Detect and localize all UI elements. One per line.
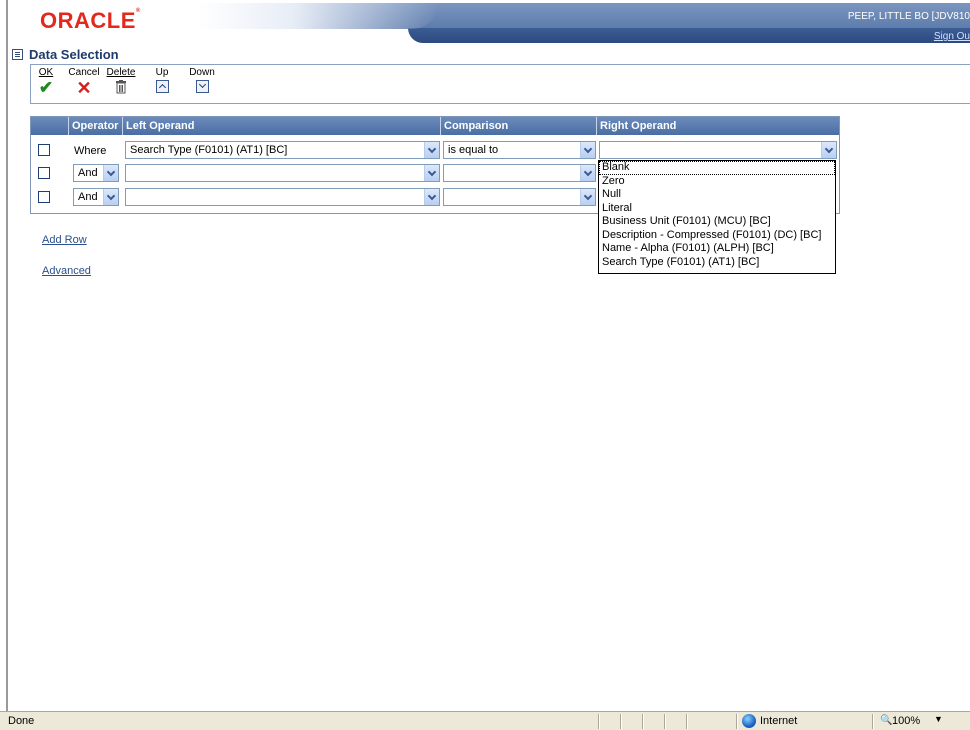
add-row-link[interactable]: Add Row — [42, 234, 87, 246]
security-zone-text: Internet — [760, 715, 798, 727]
delete-button[interactable]: Delete — [105, 67, 137, 94]
dropdown-arrow-icon[interactable] — [580, 142, 595, 158]
dropdown-option-blank[interactable]: Blank — [599, 161, 835, 175]
status-divider — [736, 714, 737, 729]
right-operand-dropdown-list: Blank Zero Null Literal Business Unit (F… — [598, 160, 836, 274]
right-operand-select[interactable] — [599, 141, 837, 159]
move-down-button[interactable]: Down — [187, 67, 217, 93]
dropdown-option-search-type[interactable]: Search Type (F0101) (AT1) [BC] — [599, 256, 835, 270]
form-icon — [12, 48, 23, 60]
cancel-x-icon: ✕ — [76, 78, 92, 98]
ok-button[interactable]: OK ✔ — [36, 67, 56, 96]
status-text: Done — [8, 715, 35, 727]
status-divider — [620, 714, 621, 729]
dropdown-arrow-icon[interactable] — [424, 165, 439, 181]
sign-out-link[interactable]: Sign Ou — [934, 31, 970, 42]
dropdown-option-null[interactable]: Null — [599, 188, 835, 202]
dropdown-option-business-unit[interactable]: Business Unit (F0101) (MCU) [BC] — [599, 215, 835, 229]
left-operand-select[interactable]: Search Type (F0101) (AT1) [BC] — [125, 141, 440, 159]
browser-frame — [6, 0, 970, 730]
grid-header: Operator Left Operand Comparison Right O… — [31, 117, 839, 135]
left-operand-value: Search Type (F0101) (AT1) [BC] — [130, 144, 288, 156]
select-column-header — [31, 117, 69, 135]
dropdown-arrow-icon[interactable] — [821, 142, 836, 158]
dropdown-arrow-icon[interactable] — [103, 165, 118, 181]
dropdown-option-name-alpha[interactable]: Name - Alpha (F0101) (ALPH) [BC] — [599, 242, 835, 256]
advanced-link[interactable]: Advanced — [42, 265, 91, 277]
comparison-select[interactable]: is equal to — [443, 141, 596, 159]
comparison-select[interactable] — [443, 164, 596, 182]
move-up-button[interactable]: Up — [153, 67, 171, 93]
zoom-dropdown-icon[interactable]: ▼ — [934, 714, 943, 724]
status-divider — [598, 714, 599, 729]
operator-value: And — [78, 167, 98, 179]
chevron-down-icon — [195, 80, 209, 93]
browser-status-bar: Done Internet 🔍 100% ▼ — [0, 711, 970, 730]
zoom-level[interactable]: 100% — [892, 715, 920, 727]
operator-where: Where — [74, 145, 107, 157]
oracle-logo: ORACLE® — [40, 8, 141, 33]
header-band-lower — [408, 28, 970, 43]
row-select-checkbox[interactable] — [38, 191, 50, 203]
left-operand-select[interactable] — [125, 188, 440, 206]
column-header-operator: Operator — [69, 117, 123, 135]
status-divider — [642, 714, 643, 729]
operator-select[interactable]: And — [73, 188, 119, 206]
delete-label: Delete — [106, 67, 136, 78]
zoom-magnifier-icon[interactable]: 🔍 — [880, 715, 892, 726]
status-divider — [686, 714, 687, 729]
comparison-select[interactable] — [443, 188, 596, 206]
column-header-right-operand: Right Operand — [600, 120, 677, 132]
column-header-comparison: Comparison — [441, 117, 597, 135]
dropdown-arrow-icon[interactable] — [424, 189, 439, 205]
status-divider — [872, 714, 873, 729]
toolbar: OK ✔ Cancel ✕ Delete Up Down — [30, 64, 970, 104]
row-select-checkbox[interactable] — [38, 167, 50, 179]
internet-globe-icon — [742, 714, 756, 728]
left-operand-select[interactable] — [125, 164, 440, 182]
column-header-left-operand: Left Operand — [123, 117, 441, 135]
user-name: PEEP, LITTLE BO [JDV810 — [847, 11, 970, 22]
app-header: ORACLE® PEEP, LITTLE BO [JDV810 Sign Ou — [8, 0, 970, 44]
dropdown-arrow-icon[interactable] — [103, 189, 118, 205]
dropdown-option-zero[interactable]: Zero — [599, 175, 835, 189]
cancel-button[interactable]: Cancel ✕ — [67, 67, 101, 98]
operator-value: And — [78, 191, 98, 203]
ok-label: OK — [38, 67, 54, 78]
header-curve — [198, 3, 438, 29]
status-divider — [664, 714, 665, 729]
dropdown-arrow-icon[interactable] — [580, 189, 595, 205]
trash-icon — [116, 80, 126, 94]
table-row: Where Search Type (F0101) (AT1) [BC] is … — [31, 140, 839, 162]
dropdown-option-description[interactable]: Description - Compressed (F0101) (DC) [B… — [599, 229, 835, 243]
up-label: Up — [155, 67, 169, 78]
title-row: Data Selection — [12, 46, 119, 62]
down-label: Down — [189, 67, 215, 78]
dropdown-arrow-icon[interactable] — [424, 142, 439, 158]
dropdown-option-literal[interactable]: Literal — [599, 202, 835, 216]
comparison-value: is equal to — [448, 144, 499, 156]
dropdown-arrow-icon[interactable] — [580, 165, 595, 181]
chevron-up-icon — [155, 80, 169, 93]
cancel-label: Cancel — [68, 67, 100, 78]
operator-select[interactable]: And — [73, 164, 119, 182]
row-select-checkbox[interactable] — [38, 144, 50, 156]
checkmark-icon: ✔ — [38, 78, 54, 97]
page-title: Data Selection — [29, 46, 119, 62]
